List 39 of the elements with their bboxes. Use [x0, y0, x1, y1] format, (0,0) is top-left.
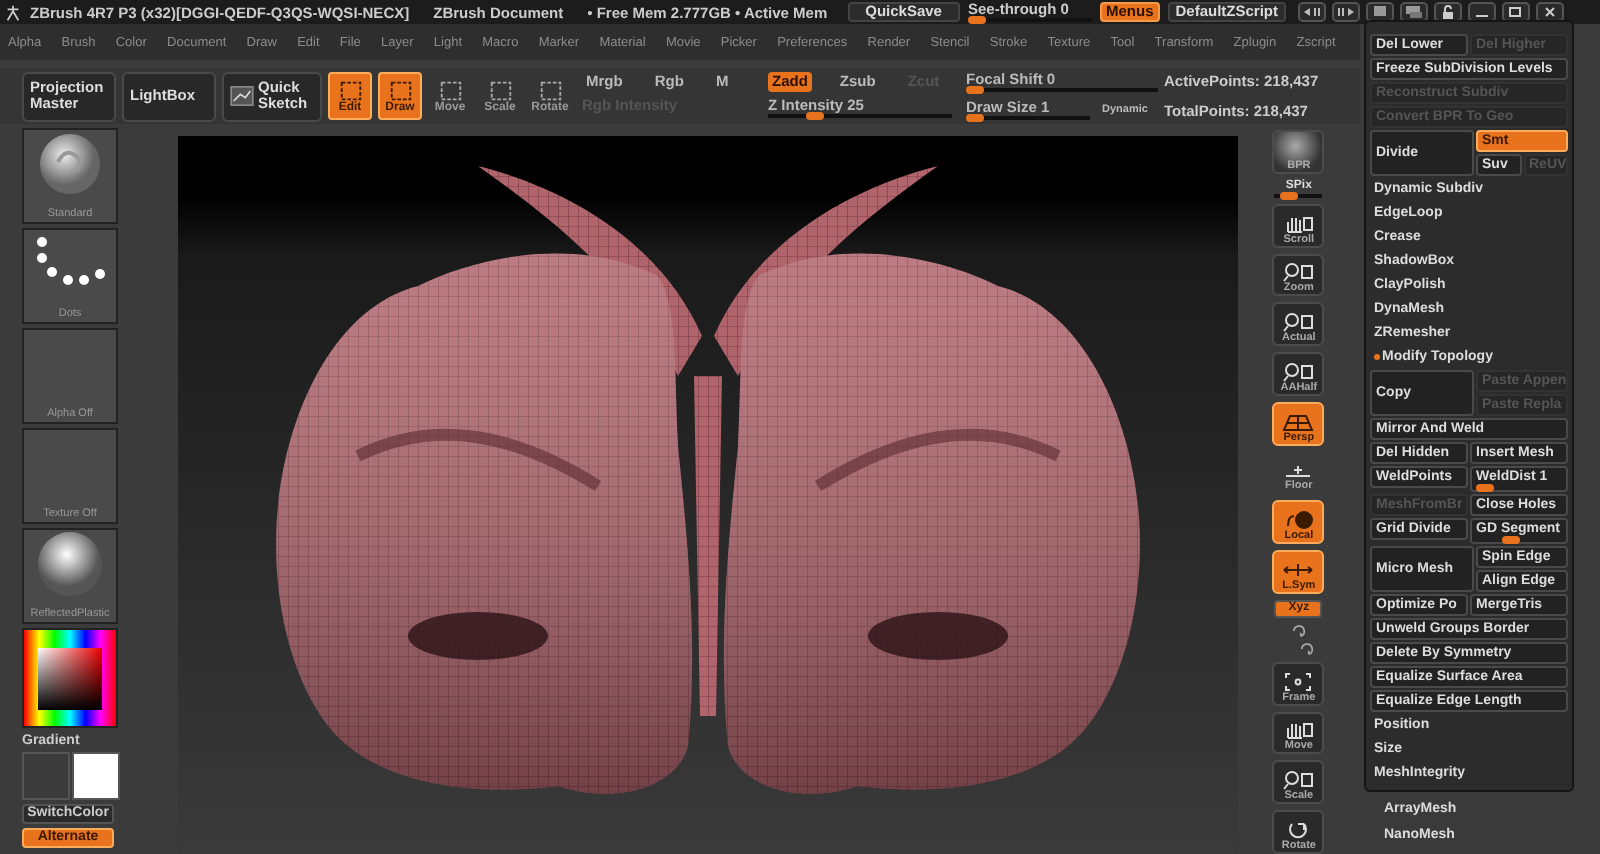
- sketch-icon: [230, 86, 254, 106]
- magnifier-icon: [1282, 770, 1315, 791]
- restore-icon[interactable]: [1502, 2, 1531, 22]
- arrows-icon: [1282, 559, 1315, 580]
- minimize-icon[interactable]: [1468, 2, 1497, 22]
- layout-icon[interactable]: [1366, 2, 1395, 22]
- logo-icon: [4, 3, 22, 21]
- mode-icon: [487, 79, 513, 101]
- mode-icon: [387, 79, 413, 101]
- slider-thumb[interactable]: [1475, 484, 1494, 492]
- grid-icon: [1282, 411, 1315, 432]
- expanded-dot-icon: [1374, 354, 1380, 360]
- rotation-axis-icon[interactable]: [1297, 641, 1316, 656]
- rotation-axis-icon[interactable]: [1289, 623, 1308, 638]
- slider-thumb[interactable]: [968, 16, 987, 24]
- color-swatch[interactable]: [22, 752, 70, 800]
- slider-thumb[interactable]: [1501, 536, 1520, 544]
- hand-icon: [1282, 720, 1315, 741]
- magnifier-icon: [1282, 312, 1315, 333]
- layout-icon[interactable]: [1400, 2, 1429, 22]
- hand-icon: [1282, 213, 1315, 234]
- magnifier-icon: [1282, 361, 1315, 382]
- slider-thumb[interactable]: [966, 113, 985, 121]
- sphere-icon: [1282, 510, 1315, 531]
- mode-icon: [537, 79, 563, 101]
- floor-icon: [1282, 460, 1315, 481]
- slider-thumb[interactable]: [966, 85, 985, 93]
- slider-thumb[interactable]: [805, 112, 823, 120]
- slider-thumb[interactable]: [1280, 191, 1299, 200]
- scroll-right-icon[interactable]: [1332, 2, 1361, 22]
- frame-icon: [1282, 671, 1315, 692]
- color-picker[interactable]: [22, 628, 118, 728]
- close-icon[interactable]: [1536, 2, 1565, 22]
- scroll-left-icon[interactable]: [1298, 2, 1327, 22]
- color-swatch[interactable]: [72, 752, 120, 800]
- lock-icon[interactable]: [1434, 2, 1463, 22]
- magnifier-icon: [1282, 262, 1315, 283]
- mode-icon: [337, 79, 363, 101]
- mode-icon: [437, 79, 463, 101]
